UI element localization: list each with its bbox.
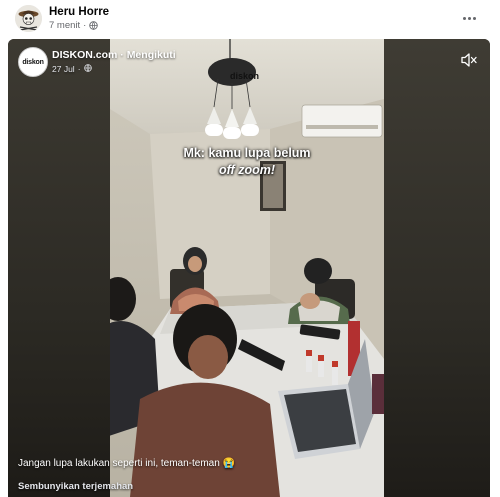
author-name[interactable]: Heru Horre: [49, 6, 109, 18]
post-card: Heru Horre 7 menit · diskon Mk: kamu lup…: [0, 0, 500, 497]
reel-meta: 27 Jul ·: [52, 64, 92, 74]
post-time[interactable]: 7 menit: [49, 20, 80, 31]
more-options-button[interactable]: [458, 10, 480, 26]
video-overlay-text-line1: Mk: kamu lupa belum: [183, 146, 311, 160]
page-avatar-logo: diskon: [22, 58, 44, 66]
reel-meta-separator: ·: [77, 64, 81, 74]
video-overlay-text-line2: off zoom!: [218, 163, 275, 177]
meeting-room-scene: [110, 39, 384, 497]
speaker-muted-icon: [461, 53, 477, 67]
page-name[interactable]: DISKON.com: [52, 49, 117, 61]
globe-icon: [89, 21, 99, 30]
reel-date[interactable]: 27 Jul: [52, 64, 75, 74]
hide-translation-link[interactable]: Sembunyikan terjemahan: [18, 481, 133, 492]
video-blur-left: [8, 39, 110, 497]
meta-separator: ·: [83, 20, 87, 31]
page-avatar[interactable]: diskon: [18, 47, 48, 77]
reel-caption: Jangan lupa lakukan seperti ini, teman-t…: [18, 458, 236, 469]
more-horizontal-icon: [462, 16, 466, 20]
globe-icon: [83, 64, 92, 74]
mute-button[interactable]: [460, 52, 478, 68]
author-avatar[interactable]: [15, 5, 42, 32]
reel-video[interactable]: diskon Mk: kamu lupa belum off zoom! dis…: [8, 39, 490, 497]
post-meta: 7 menit ·: [49, 20, 99, 31]
page-name-row: DISKON.com · Mengikuti: [52, 49, 176, 61]
follow-status[interactable]: Mengikuti: [127, 49, 176, 61]
video-watermark-logo: diskon: [230, 71, 260, 81]
page-name-separator: ·: [120, 49, 124, 61]
video-frame[interactable]: diskon Mk: kamu lupa belum off zoom!: [110, 39, 384, 497]
pirate-skull-icon: [15, 5, 42, 32]
video-blur-right: [384, 39, 490, 497]
post-header: Heru Horre 7 menit ·: [0, 0, 500, 38]
